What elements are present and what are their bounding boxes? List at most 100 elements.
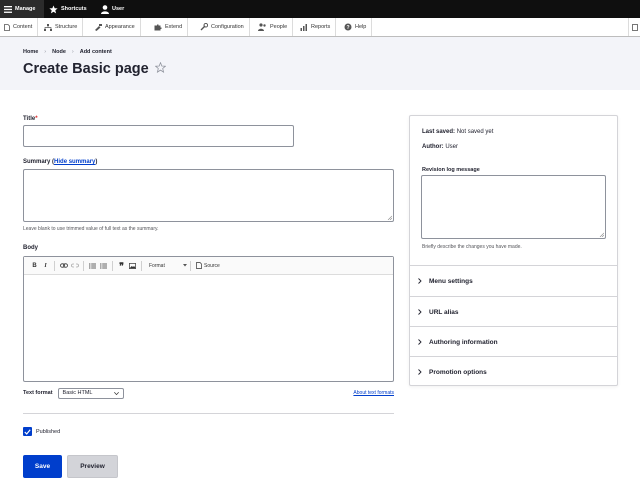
title-label: Title*: [23, 116, 38, 122]
editor-toolbar: B I ❞ Format Source: [24, 257, 393, 275]
italic-button[interactable]: I: [40, 260, 51, 272]
menu-item-structure[interactable]: Structure: [40, 18, 84, 36]
link-button[interactable]: [58, 260, 69, 272]
chevron-down-icon: [183, 264, 187, 267]
toolbar-separator: [112, 260, 113, 271]
image-button[interactable]: [127, 260, 138, 272]
shortcuts-label: Shortcuts: [61, 6, 87, 12]
menu-item-content-label: Content: [13, 24, 33, 30]
user-label: User: [112, 6, 125, 12]
breadcrumb-home[interactable]: Home: [23, 49, 38, 55]
admin-toolbar: Manage Shortcuts User: [0, 0, 640, 18]
breadcrumb-node[interactable]: Node: [52, 49, 66, 55]
chevron-right-icon: [418, 278, 422, 284]
image-icon: [129, 262, 136, 269]
text-format-value: Basic HTML: [62, 390, 93, 396]
author-label: Author:: [422, 144, 444, 150]
promotion-options-section[interactable]: Promotion options: [410, 356, 617, 387]
italic-icon: I: [44, 262, 47, 269]
author-value: User: [445, 144, 459, 150]
menu-settings-label: Menu settings: [429, 277, 473, 285]
menu-item-structure-label: Structure: [55, 24, 78, 30]
required-marker: *: [35, 116, 38, 122]
breadcrumb-separator: ›: [71, 49, 74, 55]
preview-button[interactable]: Preview: [67, 455, 118, 478]
text-format-select[interactable]: Basic HTML: [57, 387, 124, 399]
resize-handle-icon[interactable]: [387, 215, 392, 220]
quote-icon: ❞: [119, 260, 124, 271]
menu-item-people-label: People: [270, 24, 288, 30]
people-icon: [258, 23, 266, 31]
source-button-label: Source: [204, 262, 220, 269]
link-icon: [59, 263, 68, 268]
resize-handle-icon[interactable]: [599, 232, 604, 237]
wrench-icon: [200, 23, 208, 31]
paint-icon: [95, 23, 102, 31]
summary-label-text: Summary: [23, 159, 51, 165]
tray-orientation-toggle[interactable]: [628, 18, 640, 36]
unlink-button[interactable]: [69, 260, 80, 272]
about-text-formats-link[interactable]: About text formats: [353, 390, 394, 396]
summary-textarea[interactable]: [23, 169, 394, 222]
document-icon: [4, 23, 10, 31]
editor-content-area[interactable]: [24, 275, 393, 381]
published-label: Published: [36, 428, 61, 435]
bulleted-list-button[interactable]: [87, 260, 98, 272]
page-title-row: Create Basic page: [23, 61, 167, 77]
menu-item-people[interactable]: People: [254, 18, 294, 36]
bold-icon: B: [32, 262, 37, 269]
menu-item-reports[interactable]: Reports: [296, 18, 337, 36]
menu-item-configuration-label: Configuration: [211, 24, 244, 30]
menu-item-extend[interactable]: Extend: [150, 18, 189, 36]
blockquote-button[interactable]: ❞: [116, 260, 127, 272]
title-input[interactable]: [23, 125, 294, 147]
format-dropdown[interactable]: Format: [145, 263, 187, 269]
summary-label: Summary (Hide summary): [23, 159, 98, 165]
form-divider: [23, 413, 394, 414]
menu-item-configuration[interactable]: Configuration: [196, 18, 250, 36]
toolbar-separator: [141, 260, 142, 271]
chart-icon: [300, 23, 307, 31]
shortcuts-tab[interactable]: Shortcuts: [49, 0, 87, 18]
menu-item-appearance[interactable]: Appearance: [90, 18, 141, 36]
menu-item-extend-label: Extend: [165, 24, 183, 30]
summary-help-text: Leave blank to use trimmed value of full…: [23, 226, 159, 232]
chevron-right-icon: [418, 369, 422, 375]
breadcrumb-add-content[interactable]: Add content: [80, 49, 112, 55]
chevron-right-icon: [418, 309, 422, 315]
url-alias-section[interactable]: URL alias: [410, 296, 617, 327]
last-saved-label: Last saved:: [422, 129, 456, 135]
svg-text:?: ?: [346, 25, 349, 31]
manage-tab[interactable]: Manage: [0, 0, 44, 18]
authoring-information-section[interactable]: Authoring information: [410, 326, 617, 357]
toolbar-separator: [83, 260, 84, 271]
star-icon: [49, 4, 58, 13]
page-header: Home › Node › Add content Create Basic p…: [0, 37, 640, 90]
menu-settings-section[interactable]: Menu settings: [410, 265, 617, 296]
numbered-list-button[interactable]: [98, 260, 109, 272]
published-checkbox[interactable]: [23, 427, 32, 436]
source-button[interactable]: Source: [196, 262, 220, 269]
page-title: Create Basic page: [23, 61, 149, 77]
menu-item-help[interactable]: ? Help: [340, 18, 373, 36]
bold-button[interactable]: B: [29, 260, 40, 272]
puzzle-icon: [154, 24, 162, 30]
hide-summary-link[interactable]: Hide summary: [54, 159, 95, 165]
toolbar-separator: [54, 260, 55, 271]
menu-item-content[interactable]: Content: [0, 18, 39, 36]
chevron-right-icon: [418, 339, 422, 345]
menu-item-help-label: Help: [355, 24, 367, 30]
shortcut-star-icon[interactable]: [154, 61, 167, 77]
author: Author: User: [422, 144, 458, 150]
numbered-list-icon: [100, 263, 107, 268]
format-dropdown-label: Format: [149, 262, 165, 269]
checkmark-icon: [24, 428, 31, 435]
revision-log-textarea[interactable]: [421, 175, 606, 239]
toolbar-separator: [190, 260, 191, 271]
user-tab[interactable]: User: [101, 0, 124, 18]
save-button[interactable]: Save: [23, 455, 62, 478]
source-icon: [196, 262, 202, 269]
revision-log-label: Revision log message: [422, 167, 480, 173]
unlink-icon: [70, 263, 79, 268]
node-meta-sidebar: Last saved: Not saved yet Author: User R…: [409, 115, 618, 386]
